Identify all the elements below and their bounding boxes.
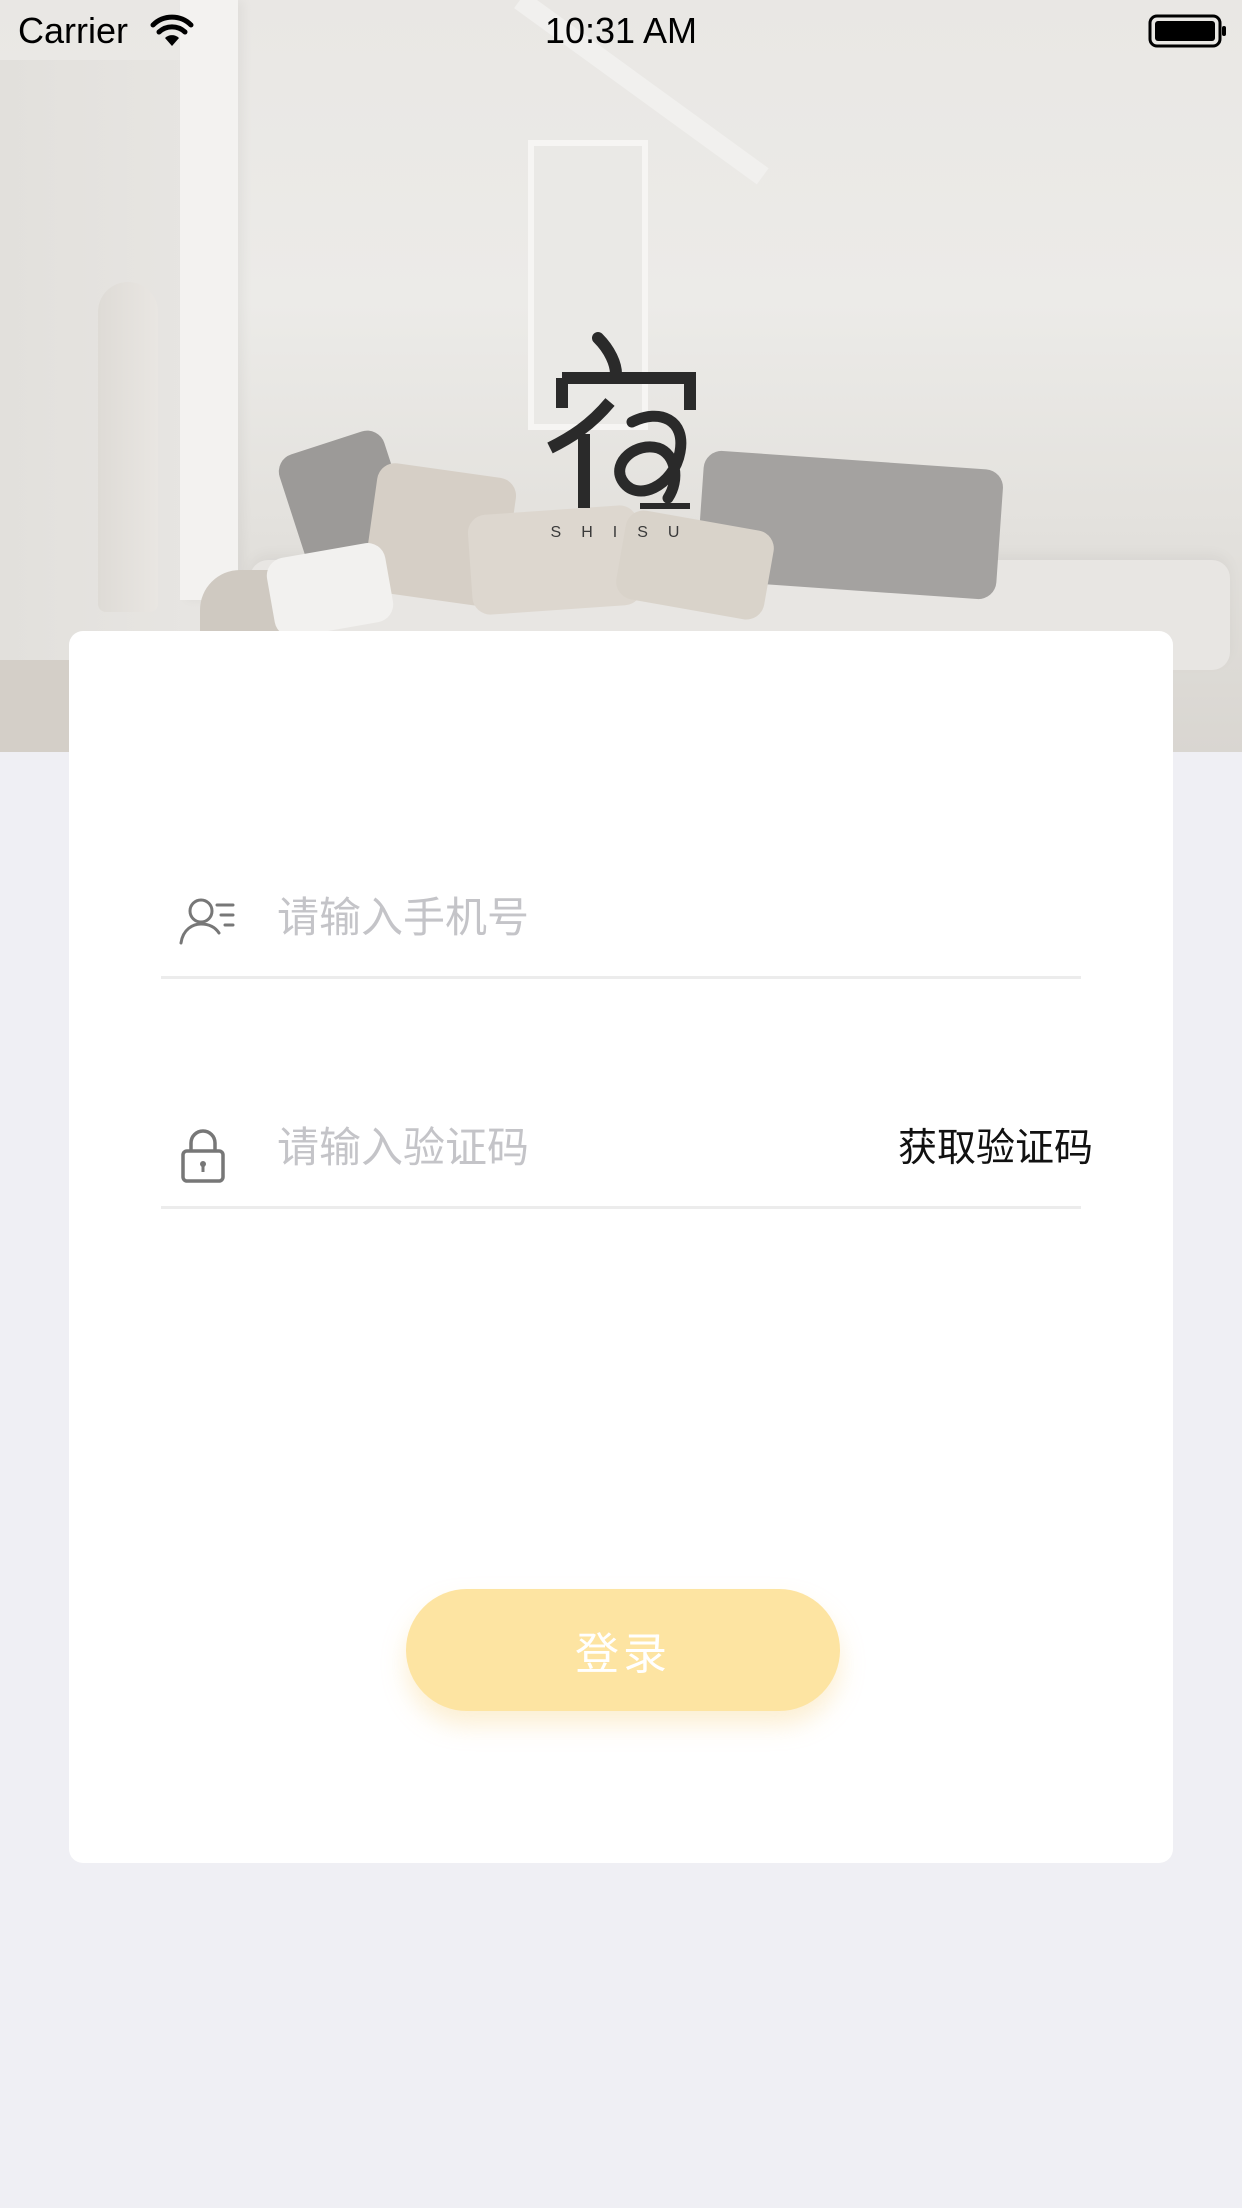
battery-icon [1148, 14, 1228, 53]
photo-floor [0, 660, 80, 752]
login-card: 获取验证码 登录 [69, 631, 1173, 1863]
status-bar: Carrier 10:31 AM [0, 0, 1242, 60]
phone-input[interactable] [277, 885, 877, 949]
logo-caption: SHISU [550, 524, 700, 541]
login-button[interactable]: 登录 [406, 1589, 840, 1711]
code-field: 获取验证码 [161, 1079, 1093, 1209]
code-input[interactable] [277, 1115, 877, 1179]
user-list-icon [179, 897, 235, 950]
clock: 10:31 AM [544, 10, 698, 51]
photo-beam [180, 0, 238, 600]
lock-icon [179, 1127, 227, 1188]
photo-lamp [98, 282, 158, 612]
get-code-button[interactable]: 获取验证码 [898, 1117, 1093, 1173]
shisu-logo-icon [540, 330, 700, 550]
phone-field [161, 849, 1081, 979]
